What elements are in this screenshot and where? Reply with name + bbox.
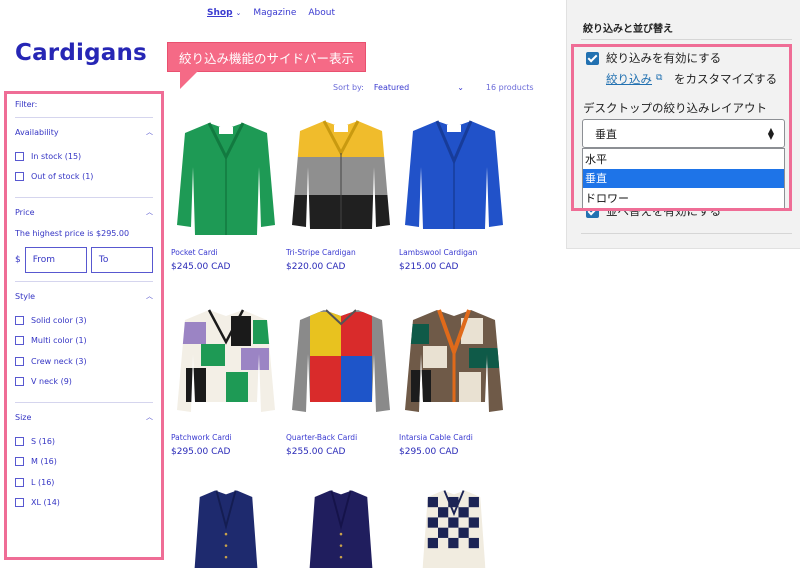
chevron-up-icon: ︿ <box>146 128 153 136</box>
product-image[interactable] <box>171 302 281 427</box>
filter-option[interactable]: Out of stock (1) <box>15 167 153 188</box>
callout-tail <box>180 71 198 89</box>
product-card[interactable] <box>286 488 396 568</box>
product-card[interactable] <box>399 488 509 568</box>
product-card[interactable]: Intarsia Cable Cardi $295.00 CAD <box>399 302 509 457</box>
price-range: $ From To <box>15 247 153 273</box>
product-price: $295.00 CAD <box>399 447 459 457</box>
checkbox[interactable] <box>15 377 24 387</box>
filter-option[interactable]: M (16) <box>15 452 153 473</box>
filter-sidebar: Filter: Availability ︿ In stock (15) Out … <box>4 91 164 560</box>
checkbox[interactable] <box>15 457 24 467</box>
product-price: $220.00 CAD <box>286 262 346 272</box>
product-card[interactable]: Pocket Cardi $245.00 CAD <box>171 117 281 272</box>
nav-about[interactable]: About <box>308 8 335 18</box>
chevron-down-icon: ⌄ <box>235 9 242 17</box>
product-name[interactable]: Pocket Cardi <box>171 248 281 257</box>
product-card[interactable]: Tri-Stripe Cardigan $220.00 CAD <box>286 117 396 272</box>
filter-option[interactable]: L (16) <box>15 472 153 493</box>
filter-option[interactable]: Solid color (3) <box>15 310 153 331</box>
filter-heading: Filter: <box>15 100 38 109</box>
product-image[interactable] <box>399 302 509 427</box>
product-image[interactable] <box>399 117 509 242</box>
product-image[interactable] <box>286 488 396 568</box>
filter-group-style[interactable]: Style ︿ <box>15 282 153 310</box>
filter-option[interactable]: XL (14) <box>15 493 153 514</box>
top-nav: Shop ⌄ Magazine About <box>207 8 335 18</box>
product-image[interactable] <box>399 488 509 568</box>
divider <box>581 39 792 40</box>
product-price: $215.00 CAD <box>399 262 459 272</box>
filter-option[interactable]: In stock (15) <box>15 146 153 167</box>
checkbox[interactable] <box>15 436 24 446</box>
product-card[interactable] <box>171 488 281 568</box>
product-price: $295.00 CAD <box>171 447 231 457</box>
product-name[interactable]: Patchwork Cardi <box>171 433 281 442</box>
highlight-frame <box>571 44 792 211</box>
checkbox[interactable] <box>15 336 24 346</box>
price-to-input[interactable]: To <box>90 247 153 273</box>
product-card[interactable]: Patchwork Cardi $295.00 CAD <box>171 302 281 457</box>
filter-option[interactable]: Multi color (1) <box>15 331 153 352</box>
product-card[interactable]: Quarter-Back Cardi $255.00 CAD <box>286 302 396 457</box>
product-image[interactable] <box>171 488 281 568</box>
checkbox[interactable] <box>15 151 24 161</box>
page-title: Cardigans <box>15 40 147 66</box>
checkbox[interactable] <box>15 498 24 508</box>
filter-group-size[interactable]: Size ︿ <box>15 403 153 431</box>
checkbox[interactable] <box>15 356 24 366</box>
sort-select[interactable]: Featured <box>374 83 409 92</box>
product-image[interactable] <box>286 117 396 242</box>
product-name[interactable]: Quarter-Back Cardi <box>286 433 396 442</box>
product-card[interactable]: Lambswool Cardigan $215.00 CAD <box>399 117 509 272</box>
currency-symbol: $ <box>15 255 21 265</box>
checkbox[interactable] <box>15 172 24 182</box>
filter-option[interactable]: V neck (9) <box>15 372 153 393</box>
filter-group-availability[interactable]: Availability ︿ <box>15 118 153 146</box>
product-name[interactable]: Intarsia Cable Cardi <box>399 433 509 442</box>
checkbox[interactable] <box>15 315 24 325</box>
sort-bar: Sort by: Featured ⌄ 16 products <box>333 83 534 92</box>
checkbox[interactable] <box>15 477 24 487</box>
product-price: $255.00 CAD <box>286 447 346 457</box>
product-image[interactable] <box>286 302 396 427</box>
price-from-input[interactable]: From <box>24 247 87 273</box>
annotation-callout: 絞り込み機能のサイドバー表示 <box>167 42 366 72</box>
product-count: 16 products <box>485 83 534 92</box>
nav-magazine[interactable]: Magazine <box>253 8 296 18</box>
sort-label: Sort by: <box>333 83 364 92</box>
nav-shop[interactable]: Shop ⌄ <box>207 8 241 18</box>
filter-option[interactable]: Crew neck (3) <box>15 351 153 372</box>
product-name[interactable]: Lambswool Cardigan <box>399 248 509 257</box>
chevron-up-icon: ︿ <box>146 208 153 216</box>
panel-title: 絞り込みと並び替え <box>583 24 673 35</box>
chevron-up-icon: ︿ <box>146 413 153 421</box>
product-image[interactable] <box>171 117 281 242</box>
divider <box>581 233 792 234</box>
price-note: The highest price is $295.00 <box>15 229 130 238</box>
filter-group-price[interactable]: Price ︿ <box>15 198 153 226</box>
product-price: $245.00 CAD <box>171 262 231 272</box>
product-name[interactable]: Tri-Stripe Cardigan <box>286 248 396 257</box>
filter-option[interactable]: S (16) <box>15 431 153 452</box>
chevron-up-icon: ︿ <box>146 292 153 300</box>
chevron-down-icon[interactable]: ⌄ <box>457 83 464 92</box>
